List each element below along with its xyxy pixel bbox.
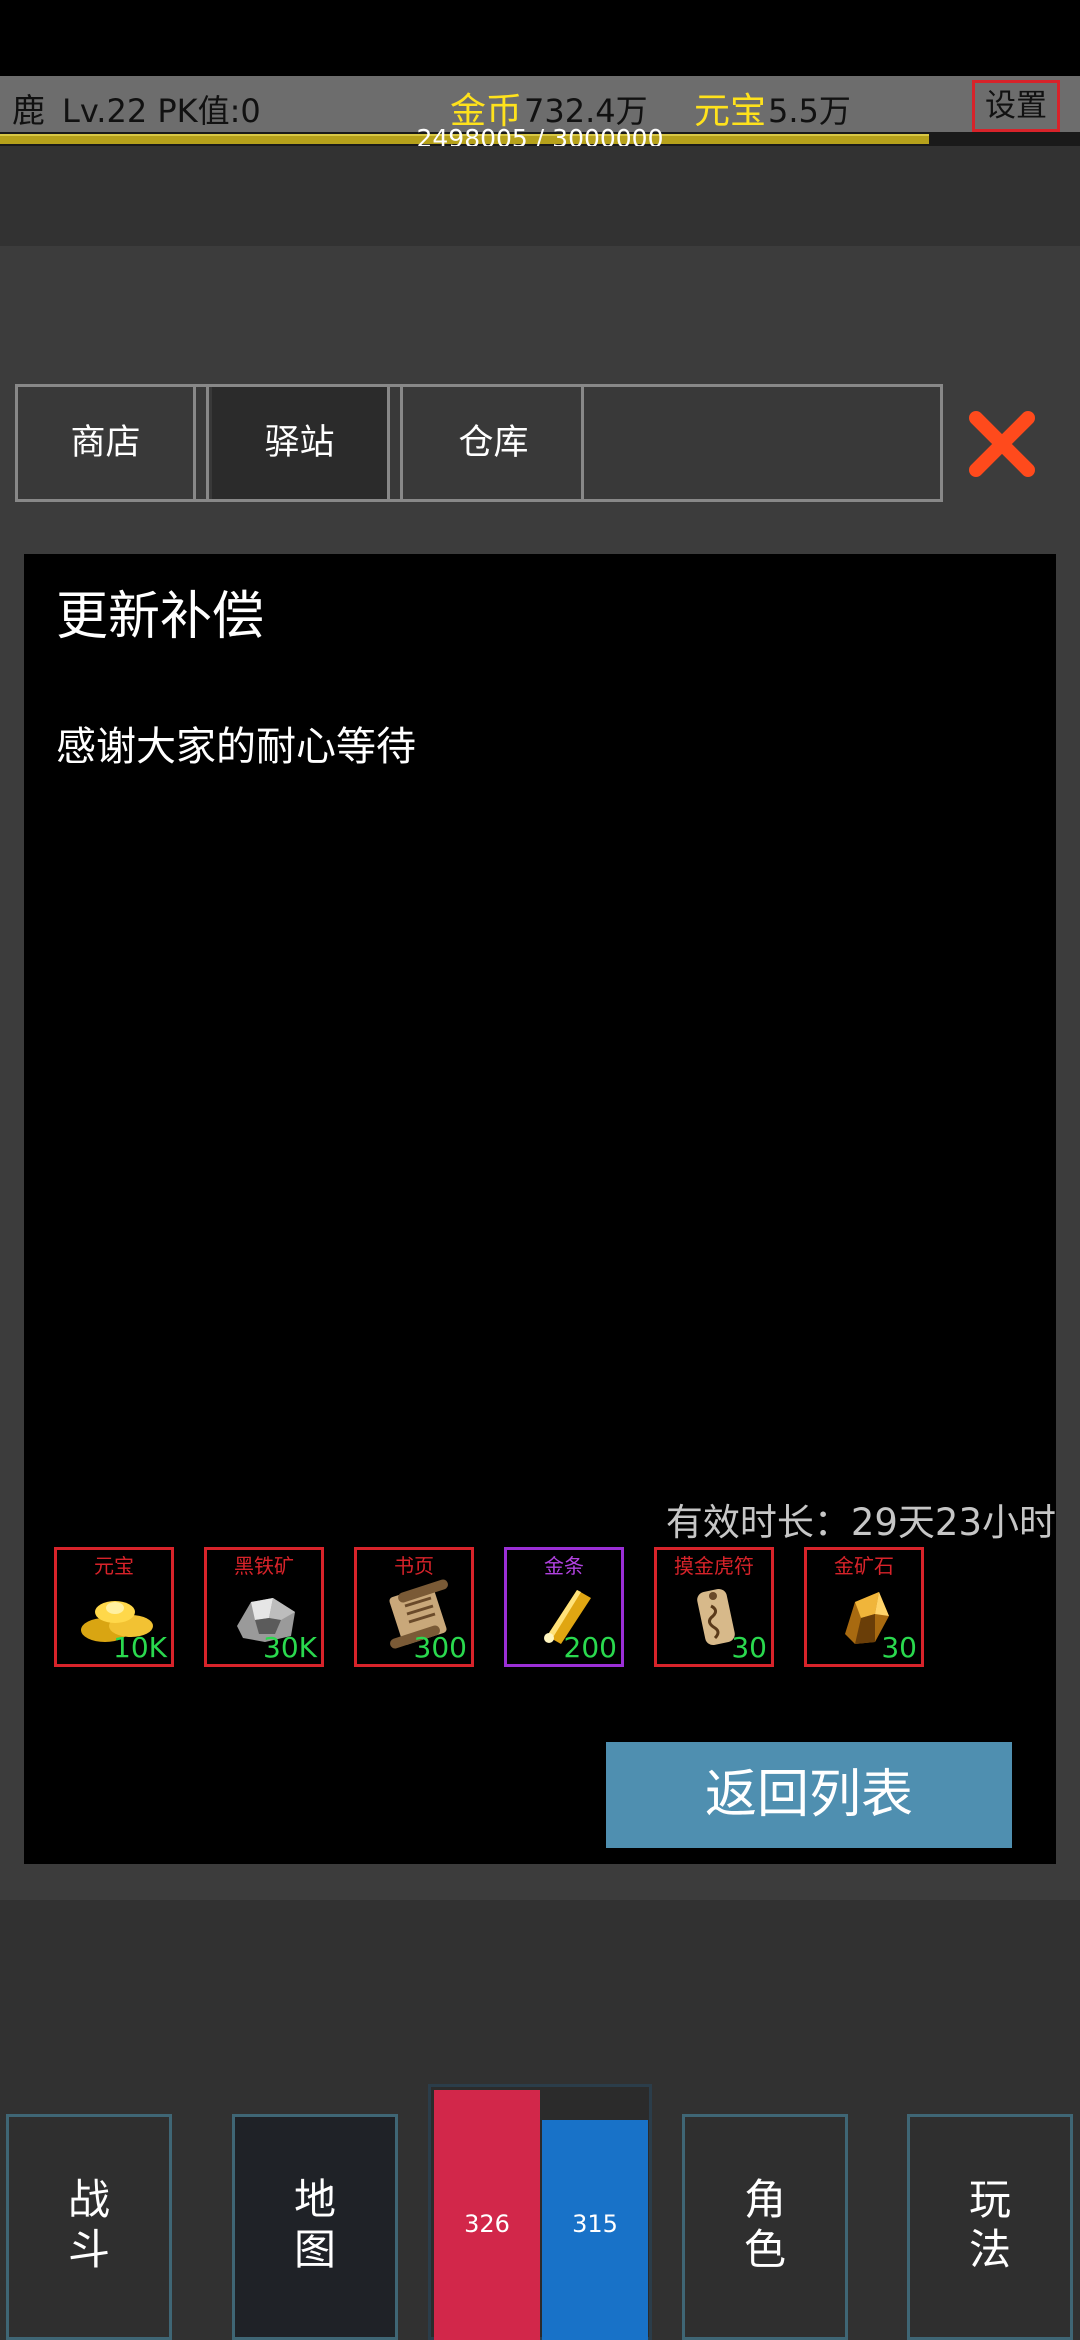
tab-post-station[interactable]: 驿站 [212,387,390,499]
mail-detail: 更新补偿 感谢大家的耐心等待 有效时长：29天23小时 元宝 10K 黑铁矿 3… [24,554,1056,1864]
item-count: 30 [881,1631,917,1664]
mail-body: 感谢大家的耐心等待 [56,724,416,770]
nav-map-button[interactable]: 地 图 [232,2114,398,2340]
item-name: 摸金虎符 [674,1554,754,1578]
close-icon[interactable] [962,404,1042,484]
status-bar [0,0,1080,76]
item-name: 金条 [544,1554,584,1578]
tab-bar: 商店 驿站 仓库 [15,384,943,502]
mail-expiry: 有效时长：29天23小时 [665,1501,1056,1544]
nav-gameplay-button[interactable]: 玩 法 [907,2114,1073,2340]
reward-item[interactable]: 书页 300 [354,1547,474,1667]
item-count: 300 [413,1631,467,1664]
reward-item[interactable]: 金条 200 [504,1547,624,1667]
reward-item[interactable]: 金矿石 30 [804,1547,924,1667]
mp-bar: 315 [542,2120,648,2340]
mail-title: 更新补偿 [56,587,265,647]
header-strip [0,146,1080,246]
reward-item[interactable]: 摸金虎符 30 [654,1547,774,1667]
item-name: 金矿石 [834,1554,894,1578]
reward-item[interactable]: 黑铁矿 30K [204,1547,324,1667]
tab-divider [206,387,209,499]
nav-battle-button[interactable]: 战 斗 [6,2114,172,2340]
item-name: 元宝 [94,1554,134,1578]
tab-divider [400,387,403,499]
hp-bar: 326 [434,2090,540,2340]
tab-warehouse[interactable]: 仓库 [406,387,584,499]
item-count: 200 [563,1631,617,1664]
item-count: 10K [113,1631,167,1664]
item-count: 30K [263,1631,317,1664]
nav-role-button[interactable]: 角 色 [682,2114,848,2340]
hp-value: 326 [464,2210,510,2238]
tab-shop[interactable]: 商店 [18,387,196,499]
item-name: 黑铁矿 [234,1554,294,1578]
reward-item[interactable]: 元宝 10K [54,1547,174,1667]
mp-value: 315 [572,2210,618,2238]
item-name: 书页 [394,1554,434,1578]
return-to-list-button[interactable]: 返回列表 [606,1742,1012,1848]
item-count: 30 [731,1631,767,1664]
